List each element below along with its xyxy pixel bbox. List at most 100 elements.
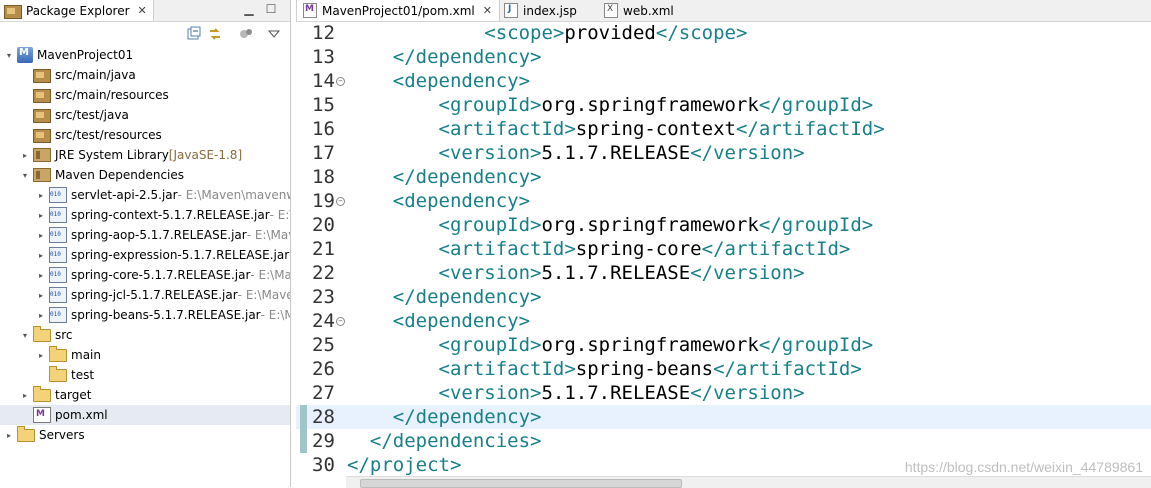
xml-editor: MavenProject01/pom.xml ✕ index.jsp web.x…: [296, 0, 1151, 488]
xml-tag: <dependency>: [392, 190, 531, 212]
source-folder-icon: [33, 109, 51, 123]
maximize-icon[interactable]: ☐: [264, 2, 278, 16]
tree-item-main[interactable]: ▸ main: [0, 345, 290, 365]
xml-tag: </scope>: [655, 22, 748, 44]
collapsed-arrow-icon[interactable]: ▸: [36, 271, 46, 280]
tree-item-jre[interactable]: ▸ JRE System Library [JavaSE-1.8]: [0, 145, 290, 165]
code-text: <version>5.1.7.RELEASE</version>: [347, 141, 805, 165]
xml-text: provided: [564, 22, 656, 44]
jar-icon: [49, 267, 67, 283]
source-folder-icon: [33, 69, 51, 83]
tree-item-pom[interactable]: pom.xml: [0, 405, 290, 425]
tree-item-src-main-java[interactable]: src/main/java: [0, 65, 290, 85]
collapsed-arrow-icon[interactable]: ▸: [36, 231, 46, 240]
tree-item-label: test: [71, 368, 95, 382]
tree-item-target[interactable]: ▸ target: [0, 385, 290, 405]
xml-tag: </groupId>: [758, 334, 874, 356]
maven-xml-icon: [303, 3, 317, 18]
minimize-icon[interactable]: ▁: [242, 2, 256, 16]
tree-item-label: MavenProject01: [37, 48, 134, 62]
tree-item-maven-deps[interactable]: ▾ Maven Dependencies: [0, 165, 290, 185]
fold-toggle-icon[interactable]: −: [336, 77, 345, 86]
close-icon[interactable]: ✕: [483, 4, 492, 17]
code-line: 19− <dependency>: [296, 189, 1151, 213]
package-explorer-tab[interactable]: Package Explorer ✕: [0, 0, 154, 21]
collapsed-arrow-icon[interactable]: ▸: [36, 351, 46, 360]
xml-text: 5.1.7.RELEASE: [541, 262, 691, 284]
library-icon: [33, 148, 51, 162]
tree-item-jar-servlet[interactable]: ▸ servlet-api-2.5.jar - E:\Maven\mavenw: [0, 185, 290, 205]
line-number: 14: [312, 70, 335, 92]
code-text: <artifactId>spring-core</artifactId>: [347, 237, 851, 261]
tree-item-src-test-java[interactable]: src/test/java: [0, 105, 290, 125]
xml-tag: <groupId>: [438, 334, 542, 356]
tree-item-label: spring-jcl-5.1.7.RELEASE.jar: [71, 288, 238, 302]
tree-item-jar-aop[interactable]: ▸ spring-aop-5.1.7.RELEASE.jar - E:\Mav: [0, 225, 290, 245]
horizontal-scrollbar[interactable]: [346, 476, 1151, 488]
fold-toggle-icon[interactable]: −: [336, 197, 345, 206]
tree-item-jar-beans[interactable]: ▸ spring-beans-5.1.7.RELEASE.jar - E:\M: [0, 305, 290, 325]
line-number: 19: [312, 190, 335, 212]
code-text: <dependency>: [347, 309, 530, 333]
tab-web-xml[interactable]: web.xml: [598, 0, 694, 21]
tree-item-jar-core[interactable]: ▸ spring-core-5.1.7.RELEASE.jar - E:\Mav: [0, 265, 290, 285]
line-number: 17: [312, 142, 335, 164]
code-text: <groupId>org.springframework</groupId>: [347, 93, 874, 117]
tree-item-jar-jcl[interactable]: ▸ spring-jcl-5.1.7.RELEASE.jar - E:\Maver: [0, 285, 290, 305]
expanded-arrow-icon[interactable]: ▾: [20, 331, 30, 340]
link-with-editor-icon[interactable]: [207, 26, 223, 42]
collapsed-arrow-icon[interactable]: ▸: [36, 311, 46, 320]
collapsed-arrow-icon[interactable]: ▸: [36, 191, 46, 200]
expanded-arrow-icon[interactable]: ▾: [4, 51, 14, 60]
package-explorer-icon: [4, 4, 22, 19]
line-number: 18: [312, 166, 335, 188]
xml-text: spring-beans: [575, 358, 714, 380]
close-icon[interactable]: ✕: [138, 4, 147, 17]
tree-item-label: spring-aop-5.1.7.RELEASE.jar: [71, 228, 247, 242]
tree-item-src[interactable]: ▾ src: [0, 325, 290, 345]
tree-item-label: src/test/resources: [55, 128, 162, 142]
xml-file-icon: [604, 3, 618, 18]
xml-tag: <groupId>: [438, 214, 542, 236]
tab-index-jsp[interactable]: index.jsp: [498, 0, 594, 21]
xml-tag: </groupId>: [758, 214, 874, 236]
tree-item-src-main-resources[interactable]: src/main/resources: [0, 85, 290, 105]
collapsed-arrow-icon[interactable]: ▸: [4, 431, 14, 440]
tree-item-project[interactable]: ▾ MavenProject01: [0, 45, 290, 65]
focus-icon[interactable]: [238, 26, 254, 42]
xml-tag: <groupId>: [438, 94, 542, 116]
tab-pom-xml[interactable]: MavenProject01/pom.xml ✕: [296, 0, 500, 21]
xml-text: org.springframework: [541, 334, 759, 356]
xml-text: spring-core: [575, 238, 702, 260]
fold-toggle-icon[interactable]: −: [336, 317, 345, 326]
tree-item-decoration: - E:\Maver: [237, 288, 290, 302]
view-menu-icon[interactable]: [266, 26, 282, 42]
collapsed-arrow-icon[interactable]: ▸: [36, 291, 46, 300]
collapsed-arrow-icon[interactable]: ▸: [36, 251, 46, 260]
tree-item-decoration: -: [289, 248, 290, 262]
xml-tag: </artifactId>: [701, 238, 851, 260]
xml-tag: <artifactId>: [438, 118, 576, 140]
source-folder-icon: [33, 89, 51, 103]
xml-tag: <dependency>: [392, 70, 531, 92]
collapsed-arrow-icon[interactable]: ▸: [20, 391, 30, 400]
code-line: 13 </dependency>: [296, 45, 1151, 69]
tree-item-src-test-resources[interactable]: src/test/resources: [0, 125, 290, 145]
collapsed-arrow-icon[interactable]: ▸: [36, 211, 46, 220]
tree-item-jar-expression[interactable]: ▸ spring-expression-5.1.7.RELEASE.jar -: [0, 245, 290, 265]
tree-item-jar-context[interactable]: ▸ spring-context-5.1.7.RELEASE.jar - E:\M: [0, 205, 290, 225]
tree-item-test[interactable]: test: [0, 365, 290, 385]
tree-item-servers[interactable]: ▸ Servers: [0, 425, 290, 445]
package-explorer-panel: Package Explorer ✕ ▁ ☐ ▾ MavenProject01 sr…: [0, 0, 291, 487]
collapse-all-icon[interactable]: [186, 26, 202, 42]
collapsed-arrow-icon[interactable]: ▸: [20, 151, 30, 160]
code-text: <groupId>org.springframework</groupId>: [347, 333, 874, 357]
code-line: 23 </dependency>: [296, 285, 1151, 309]
expanded-arrow-icon[interactable]: ▾: [20, 171, 30, 180]
